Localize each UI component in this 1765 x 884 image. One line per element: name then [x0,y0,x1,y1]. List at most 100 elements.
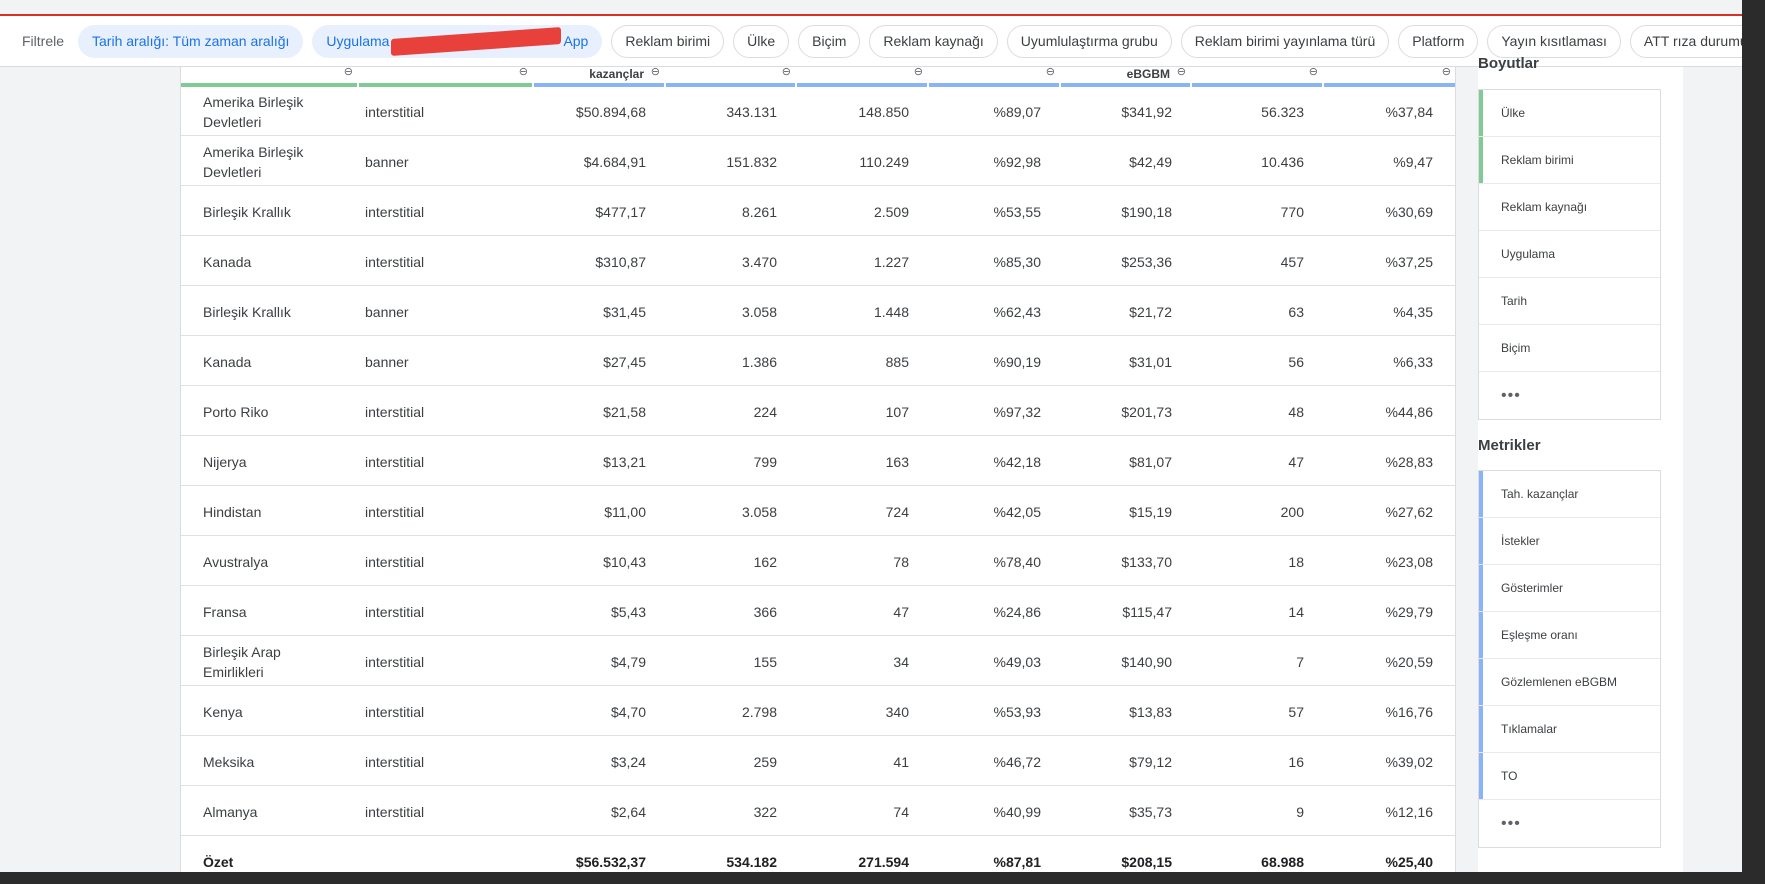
sort-icon[interactable]: ⊖ [651,65,660,79]
cell-clicks: 14 [1192,587,1322,636]
cell-match-rate: %53,93 [929,687,1059,736]
sort-icon[interactable]: ⊖ [782,65,791,79]
cell-text: 74 [893,803,909,820]
cell-text: $50.894,68 [575,103,646,120]
chip-date-range[interactable]: Tarih aralığı: Tüm zaman aralığı [78,24,304,58]
chip-ad-unit[interactable]: Reklam birimi [611,24,725,58]
selected-indicator [1479,137,1483,183]
cell-text: $190,18 [1121,203,1172,220]
dimension-item[interactable]: Ülke [1479,90,1660,137]
dimension-item[interactable]: Reklam kaynağı [1479,184,1660,231]
column-header-est-earnings[interactable]: kazançlar ⊖ [534,65,664,87]
chip-app[interactable]: Uygulama App [312,24,603,58]
cell-text: banner [365,153,409,170]
chip-format[interactable]: Biçim [798,24,861,58]
sort-icon[interactable]: ⊖ [344,65,353,79]
sort-icon[interactable]: ⊖ [1046,65,1055,79]
cell-est-earnings: $4,79 [534,637,664,686]
table-row: Birleşik Arap Emirlikleri interstitial $4,… [181,637,1455,686]
cell-text: Birleşik Krallık [203,203,291,220]
sort-icon[interactable]: ⊖ [914,65,923,79]
dimension-item[interactable]: Biçim [1479,325,1660,372]
sort-icon[interactable]: ⊖ [1177,65,1186,79]
cell-est-earnings: $31,45 [534,287,664,336]
column-header-clicks[interactable]: ⊖ [1192,65,1322,87]
cell-est-earnings: $10,43 [534,537,664,586]
cell-text: 56.323 [1261,103,1304,120]
selected-indicator [1479,659,1483,705]
metric-item[interactable]: TO [1479,753,1660,800]
cell-clicks: 16 [1192,737,1322,786]
table-row: Kenya interstitial $4,70 2.798 340 %53,93 $13,… [181,687,1455,736]
cell-clicks: 63 [1192,287,1322,336]
cell-impressions: 34 [797,637,927,686]
cell-observed-ecpm: $79,12 [1061,737,1190,786]
table-row: Amerika Birleşik Devletleri banner $4.684,… [181,137,1455,186]
chip-country[interactable]: Ülke [733,24,790,58]
chip-label: App [563,33,589,49]
cell-text: banner [365,353,409,370]
cell-text: %29,79 [1385,603,1433,620]
table-row: Birleşik Krallık interstitial $477,17 8.261… [181,187,1455,236]
cell-clicks: 7 [1192,637,1322,686]
cell-text: $4,70 [610,703,646,720]
table-row: Porto Riko interstitial $21,58 224 107 %97,32… [181,387,1455,436]
column-header-ad-unit[interactable]: ⊖ [359,65,532,87]
cell-text: %53,93 [993,703,1041,720]
cell-text: 534.182 [726,853,777,870]
column-header-match-rate[interactable]: ⊖ [929,65,1059,87]
metric-item[interactable]: Gözlemlenen eBGBM [1479,659,1660,706]
column-header-observed-ecpm[interactable]: eBGBM ⊖ [1061,65,1190,87]
sort-icon[interactable]: ⊖ [1309,65,1318,79]
metric-item[interactable]: Gösterimler [1479,565,1660,612]
cell-text: 7 [1296,653,1304,670]
more-label: ••• [1501,814,1521,832]
cell-text: interstitial [365,103,425,120]
chip-label: Platform [1412,33,1465,49]
metric-item[interactable]: Tıklamalar [1479,706,1660,753]
metric-item[interactable]: Eşleşme oranı [1479,612,1660,659]
cell-ad-unit: interstitial [359,687,532,736]
column-header-requests[interactable]: ⊖ [666,65,795,87]
chip-serving-type[interactable]: Reklam birimi yayınlama türü [1180,24,1390,58]
cell-text: 8.261 [741,203,777,220]
cell-impressions: 2.509 [797,187,927,236]
chip-att-consent[interactable]: ATT rıza durumu [1629,24,1742,58]
cell-clicks: 56.323 [1192,87,1322,136]
chip-mediation-group[interactable]: Uyumlulaştırma grubu [1006,24,1172,58]
chip-platform[interactable]: Platform [1398,24,1479,58]
metric-item[interactable]: İstekler [1479,518,1660,565]
dimension-item[interactable]: Reklam birimi [1479,137,1660,184]
cell-text: %46,72 [993,753,1041,770]
chip-serving-restriction[interactable]: Yayın kısıtlaması [1487,24,1621,58]
column-header-country[interactable]: ⊖ [181,65,357,87]
cell-requests: 2.798 [666,687,795,736]
dimension-item[interactable]: Uygulama [1479,231,1660,278]
cell-text: interstitial [365,603,425,620]
cell-text: 366 [753,603,777,620]
cell-clicks: 770 [1192,187,1322,236]
column-header-impressions[interactable]: ⊖ [797,65,927,87]
more-options-icon[interactable]: ••• [1479,372,1660,419]
cell-impressions: 41 [797,737,927,786]
column-header-ctr[interactable]: ⊖ [1324,65,1455,87]
more-options-icon[interactable]: ••• [1479,800,1660,847]
cell-text: $42,49 [1129,153,1172,170]
table-row: Birleşik Krallık banner $31,45 3.058 1.448 %6… [181,287,1455,336]
metric-item[interactable]: Tah. kazançlar [1479,471,1660,518]
sort-icon[interactable]: ⊖ [1442,65,1451,79]
cell-match-rate: %92,98 [929,137,1059,186]
cell-text: Özet [203,853,234,870]
cell-ctr: %37,84 [1324,87,1455,136]
sort-icon[interactable]: ⊖ [519,65,528,79]
chip-ad-source[interactable]: Reklam kaynağı [869,24,998,58]
dimension-item[interactable]: Tarih [1479,278,1660,325]
cell-observed-ecpm: $140,90 [1061,637,1190,686]
cell-ctr: %4,35 [1324,287,1455,336]
cell-text: 2.509 [873,203,909,220]
cell-text: %27,62 [1385,503,1433,520]
column-header-label: eBGBM [1126,67,1170,81]
cell-text: 885 [885,353,909,370]
item-label: Biçim [1501,341,1531,355]
cell-est-earnings: $2,64 [534,787,664,836]
